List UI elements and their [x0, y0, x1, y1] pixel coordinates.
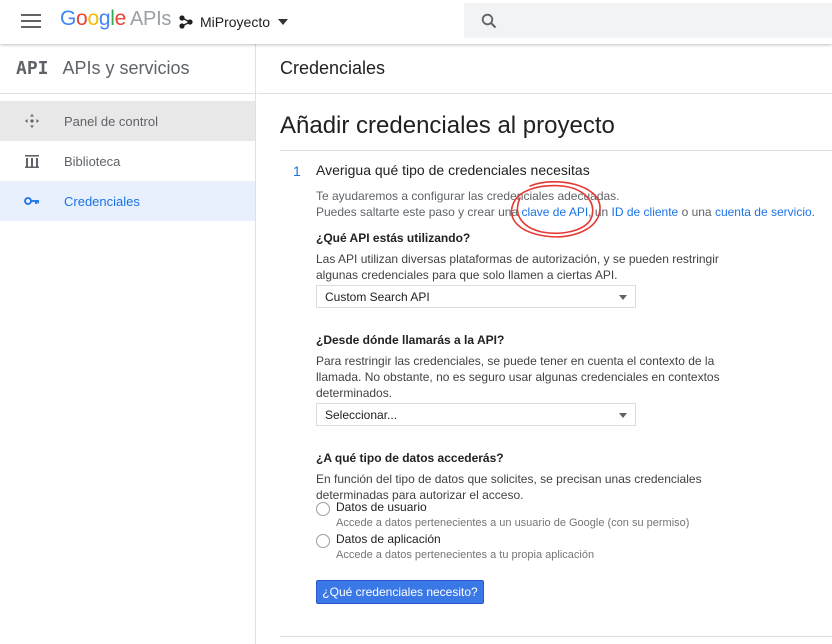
- api-key-link[interactable]: clave de API: [521, 205, 588, 219]
- sidebar-item-label: Biblioteca: [64, 153, 121, 169]
- question-data-type: ¿A qué tipo de datos accederás?: [316, 451, 504, 465]
- service-account-link[interactable]: cuenta de servicio: [715, 205, 812, 219]
- intro-end: .: [811, 205, 816, 219]
- sidebar-nav: Panel de control Biblioteca Credenciales: [0, 101, 255, 221]
- logo-letter: G: [60, 7, 77, 30]
- step-intro-line1: Te ayudaremos a configurar las credencia…: [316, 189, 620, 203]
- logo-letter: g: [98, 7, 111, 30]
- page-header-title: Credenciales: [280, 58, 386, 78]
- logo-apis-text: APIs: [129, 8, 172, 30]
- key-icon: [0, 196, 64, 206]
- sidebar-item-label: Credenciales: [64, 193, 140, 209]
- step-intro-line2: Puedes saltarte este paso y crear una cl…: [316, 204, 815, 220]
- library-icon: [0, 154, 64, 168]
- step-title: Averigua qué tipo de credenciales necesi…: [316, 162, 590, 178]
- google-apis-logo[interactable]: Google APIs: [60, 7, 171, 31]
- question-api-desc-2: algunas credenciales para que solo llame…: [316, 268, 618, 282]
- question-api-desc-1: Las API utilizan diversas plataformas de…: [316, 252, 719, 266]
- radio-label: Datos de aplicación: [336, 532, 441, 546]
- origin-select-value: Seleccionar...: [325, 408, 398, 422]
- page-title: Añadir credenciales al proyecto: [280, 112, 615, 139]
- question-origin: ¿Desde dónde llamarás a la API?: [316, 333, 505, 347]
- client-id-link[interactable]: ID de cliente: [612, 205, 679, 219]
- logo-letter: e: [114, 7, 127, 30]
- hamburger-menu-icon[interactable]: [18, 10, 44, 34]
- radio-option-user-data[interactable]: Datos de usuario Accede a datos pertenec…: [316, 499, 689, 531]
- sidebar: API APIs y servicios Panel de control Bi…: [0, 44, 256, 644]
- question-api: ¿Qué API estás utilizando?: [316, 231, 471, 245]
- dashboard-icon: [0, 113, 64, 129]
- radio-sublabel: Accede a datos pertenecientes a un usuar…: [336, 517, 690, 529]
- sidebar-header: API APIs y servicios: [0, 44, 255, 94]
- api-badge-icon: API: [16, 58, 49, 79]
- search-input[interactable]: [464, 3, 832, 38]
- api-select-value: Custom Search API: [325, 290, 430, 304]
- dropdown-arrow-icon: [619, 295, 627, 300]
- which-credentials-button[interactable]: ¿Qué credenciales necesito?: [316, 580, 484, 604]
- project-selector[interactable]: MiProyecto: [178, 11, 289, 33]
- dropdown-arrow-icon: [619, 413, 627, 418]
- top-app-bar: Google APIs MiProyecto: [0, 0, 832, 44]
- sidebar-title[interactable]: APIs y servicios: [63, 58, 190, 79]
- step-number: 1: [293, 163, 301, 179]
- intro-sep: o una: [678, 205, 715, 219]
- project-name: MiProyecto: [200, 14, 271, 30]
- radio-button[interactable]: [316, 534, 330, 548]
- question-origin-desc-3: determinados.: [316, 386, 393, 400]
- logo-google-text: Google: [60, 7, 126, 30]
- question-data-desc-1: En función del tipo de datos que solicit…: [316, 472, 702, 486]
- question-origin-desc-1: Para restringir las credenciales, se pue…: [316, 354, 715, 368]
- intro-text: Puedes saltarte este paso y crear una: [316, 205, 522, 219]
- sidebar-item-panel-de-control[interactable]: Panel de control: [0, 101, 255, 141]
- project-dots-icon: [179, 15, 193, 29]
- logo-letter: o: [87, 7, 99, 30]
- sidebar-item-label: Panel de control: [64, 113, 158, 129]
- radio-option-app-data[interactable]: Datos de aplicación Accede a datos perte…: [316, 531, 594, 563]
- divider: [280, 150, 832, 151]
- divider: [280, 636, 832, 637]
- chevron-down-icon: [278, 19, 289, 25]
- sidebar-item-credenciales[interactable]: Credenciales: [0, 181, 255, 221]
- origin-select[interactable]: Seleccionar...: [316, 403, 636, 426]
- logo-letter: o: [76, 7, 88, 30]
- question-origin-desc-2: llamada. No obstante, no es seguro usar …: [316, 370, 720, 384]
- main-header: Credenciales: [257, 44, 832, 94]
- radio-label: Datos de usuario: [336, 500, 427, 514]
- radio-sublabel: Accede a datos pertenecientes a tu propi…: [336, 549, 595, 561]
- search-icon: [481, 13, 497, 29]
- radio-text: Datos de aplicación Accede a datos perte…: [336, 531, 594, 563]
- radio-text: Datos de usuario Accede a datos pertenec…: [336, 499, 689, 531]
- sidebar-item-biblioteca[interactable]: Biblioteca: [0, 141, 255, 181]
- intro-sep: , un: [588, 205, 612, 219]
- radio-button[interactable]: [316, 502, 330, 516]
- api-select[interactable]: Custom Search API: [316, 285, 636, 308]
